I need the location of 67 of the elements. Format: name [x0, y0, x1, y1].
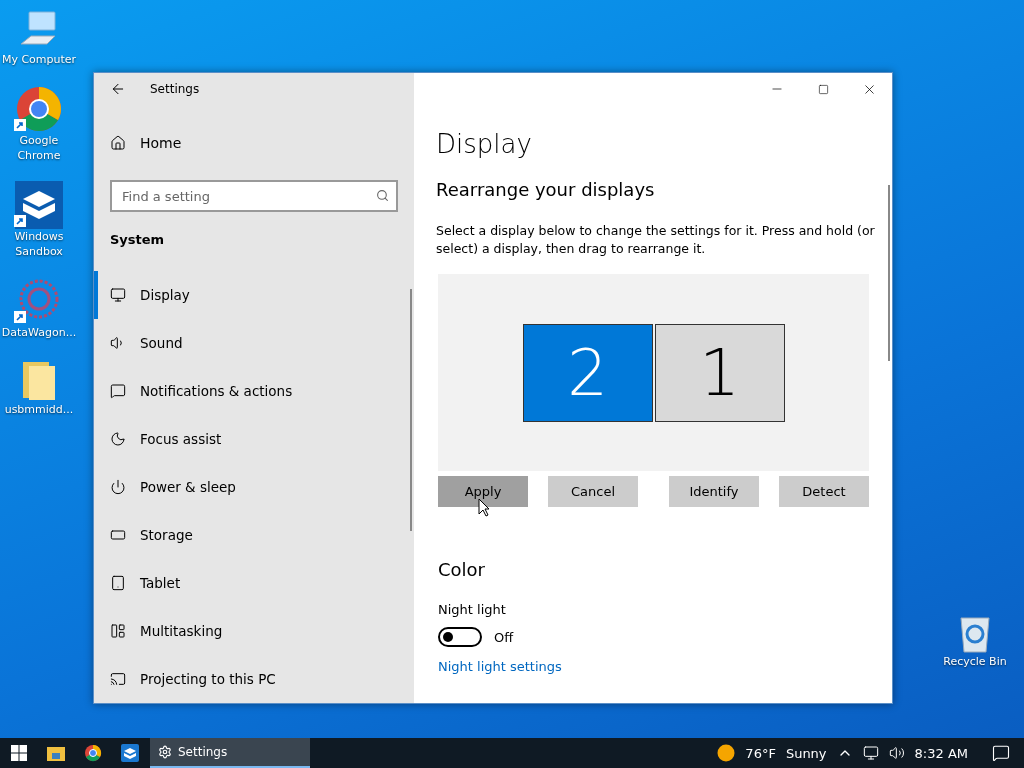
display-tile[interactable]: 2 — [522, 323, 653, 422]
section-heading: Rearrange your displays — [436, 179, 656, 200]
taskbar-app-label: Settings — [178, 745, 228, 759]
maximize-icon[interactable] — [817, 83, 829, 95]
folder-icon[interactable] — [46, 745, 65, 761]
nav-item[interactable]: Focus assist — [94, 415, 414, 463]
nav-item-label: Storage — [140, 527, 193, 543]
search-field[interactable]: Find a setting — [110, 180, 398, 213]
clock[interactable]: 8:32 AM — [914, 745, 968, 761]
chrome-icon — [15, 85, 63, 133]
nav-item-label: Projecting to this PC — [140, 671, 276, 687]
home-icon — [110, 135, 126, 152]
nav-item-label: Focus assist — [140, 431, 222, 447]
nav-item[interactable]: Tablet — [94, 559, 414, 607]
sandbox-icon[interactable] — [120, 744, 139, 762]
nav-item[interactable]: Notifications & actions — [94, 367, 414, 415]
taskbar-app[interactable]: Settings — [150, 738, 310, 768]
toggle-state: Off — [494, 629, 514, 645]
chrome-icon[interactable] — [83, 744, 102, 762]
weather-condition[interactable]: Sunny — [785, 745, 827, 761]
desktop-icon-label[interactable]: Recycle Bin — [943, 654, 1007, 669]
gear-icon — [158, 745, 172, 759]
message-icon — [110, 383, 126, 399]
multitasking-icon — [110, 623, 126, 639]
storage-icon — [110, 527, 126, 543]
moon-icon — [110, 431, 126, 447]
nav-item-label: Display — [140, 287, 190, 303]
tablet-icon — [110, 575, 126, 591]
description: Select a display below to change the settings for it. Press and hold (or select) a display, then drag to rearrange it. — [436, 222, 876, 258]
desktop-icon-label[interactable]: Windows Sandbox — [0, 229, 78, 259]
network-icon[interactable] — [862, 745, 879, 761]
nav-item-label: Sound — [140, 335, 183, 351]
nav-item[interactable]: Power & sleep — [94, 463, 414, 511]
sandbox-icon — [15, 181, 63, 229]
setting-label: Night light — [438, 602, 507, 617]
volume-icon[interactable] — [888, 745, 905, 761]
nav-item[interactable]: Sound — [94, 319, 414, 367]
page-title: Display — [436, 129, 533, 159]
window-title: Settings — [150, 82, 200, 97]
toggle-switch[interactable] — [438, 627, 482, 647]
projector-icon — [110, 671, 126, 687]
sun-icon[interactable] — [717, 744, 736, 762]
nav-item[interactable]: Projecting to this PC — [94, 655, 414, 703]
display-tile[interactable]: 1 — [654, 323, 785, 422]
monitor-icon — [110, 287, 126, 303]
detect-button[interactable]: Detect — [779, 476, 869, 507]
cancel-button[interactable]: Cancel — [548, 476, 638, 507]
nav-item[interactable]: Multitasking — [94, 607, 414, 655]
desktop-icon-label[interactable]: DataWagon... — [1, 325, 77, 340]
power-icon — [110, 479, 126, 495]
search-icon — [376, 189, 389, 203]
weather-temperature[interactable]: 76°F — [745, 745, 776, 761]
section-heading: Color — [438, 559, 486, 580]
nav-item-label: Power & sleep — [140, 479, 236, 495]
cursor-icon — [478, 498, 490, 517]
settings-link[interactable]: Night light settings — [438, 659, 562, 674]
nav-item[interactable]: Storage — [94, 511, 414, 559]
nav-item-label: Notifications & actions — [140, 383, 293, 399]
home-link[interactable]: Home — [94, 121, 414, 165]
windows-logo-icon — [10, 745, 27, 761]
identify-button[interactable]: Identify — [669, 476, 759, 507]
apply-button[interactable]: Apply — [438, 476, 528, 507]
section-title: System — [109, 231, 166, 250]
nav-item-label: Tablet — [140, 575, 181, 591]
desktop-icon-label[interactable]: usbmmidd... — [4, 402, 74, 417]
notification-icon[interactable] — [992, 744, 1010, 762]
nav-item-label: Multitasking — [140, 623, 223, 639]
